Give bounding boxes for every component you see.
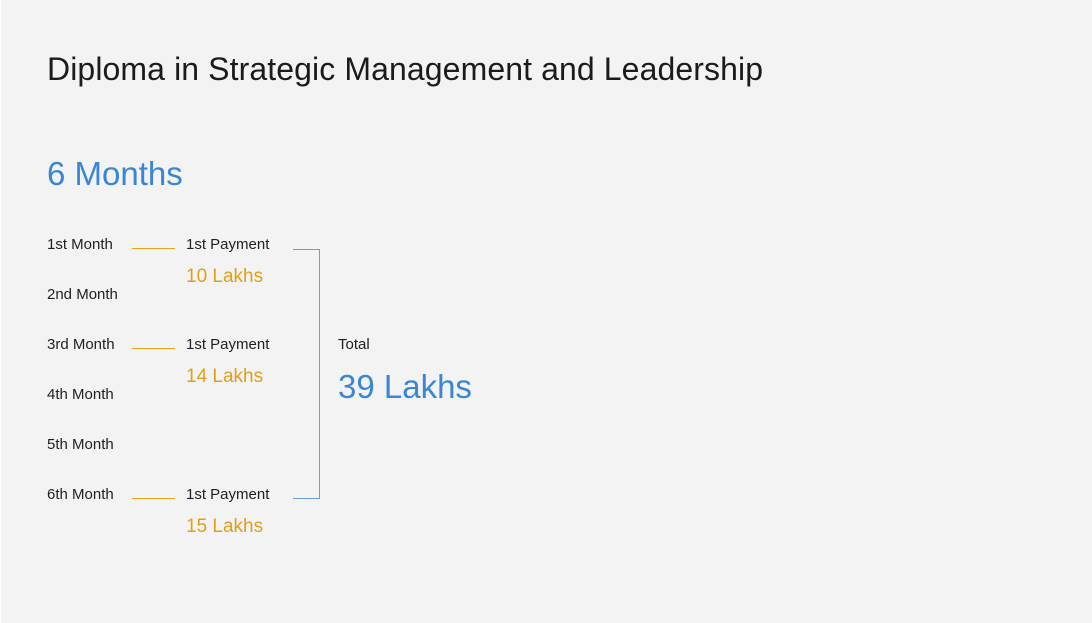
total-label: Total: [338, 336, 370, 353]
month-label-5: 5th Month: [47, 436, 114, 453]
payment-amount-1: 10 Lakhs: [186, 266, 264, 287]
page-title: Diploma in Strategic Management and Lead…: [47, 51, 764, 87]
month-label-2: 2nd Month: [47, 286, 118, 303]
month-label-3: 3rd Month: [47, 336, 115, 353]
total-bracket: [293, 249, 320, 499]
slide-canvas: Diploma in Strategic Management and Lead…: [1, 0, 1092, 623]
payment-connector-2: [132, 348, 175, 349]
payment-label-1: 1st Payment: [186, 236, 270, 253]
month-label-1: 1st Month: [47, 236, 113, 253]
payment-connector-1: [132, 248, 175, 249]
payment-connector-3: [132, 498, 175, 499]
payment-amount-2: 14 Lakhs: [186, 366, 264, 387]
month-label-6: 6th Month: [47, 486, 114, 503]
payment-label-2: 1st Payment: [186, 336, 270, 353]
payment-amount-3: 15 Lakhs: [186, 516, 264, 537]
month-label-4: 4th Month: [47, 386, 114, 403]
payment-label-3: 1st Payment: [186, 486, 270, 503]
total-value: 39 Lakhs: [338, 368, 472, 405]
duration-heading: 6 Months: [47, 155, 183, 192]
